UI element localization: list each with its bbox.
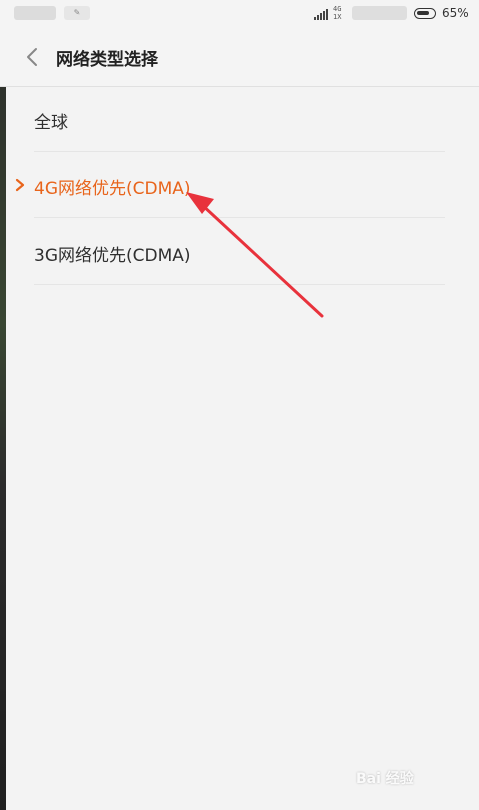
network-type-indicator: 4G 1X: [333, 5, 341, 21]
signal-icon: [314, 9, 328, 20]
network-type-bottom: 1X: [333, 13, 342, 21]
network-type-top: 4G: [333, 5, 342, 13]
selected-chevron-icon: [15, 178, 25, 192]
status-bar: ✎ 4G 1X 65%: [0, 0, 479, 28]
divider: [34, 284, 445, 285]
option-label: 3G网络优先(CDMA): [34, 246, 191, 266]
option-label: 全球: [34, 113, 68, 133]
watermark-logo: Bai 经验: [356, 771, 414, 787]
back-button[interactable]: [22, 46, 44, 68]
option-4g-cdma[interactable]: 4G网络优先(CDMA): [0, 152, 479, 218]
divider: [34, 217, 445, 218]
battery-fill: [417, 11, 429, 15]
option-label: 4G网络优先(CDMA): [34, 179, 191, 199]
notification-icon: ✎: [64, 6, 90, 20]
page-title: 网络类型选择: [56, 50, 158, 70]
option-3g-cdma[interactable]: 3G网络优先(CDMA): [0, 219, 479, 285]
chevron-left-icon: [27, 48, 37, 66]
option-global[interactable]: 全球: [0, 86, 479, 152]
battery-percent: 65%: [442, 6, 469, 20]
blurred-status-area: [352, 6, 407, 20]
battery-icon: [414, 8, 436, 19]
blurred-carrier: [14, 6, 56, 20]
